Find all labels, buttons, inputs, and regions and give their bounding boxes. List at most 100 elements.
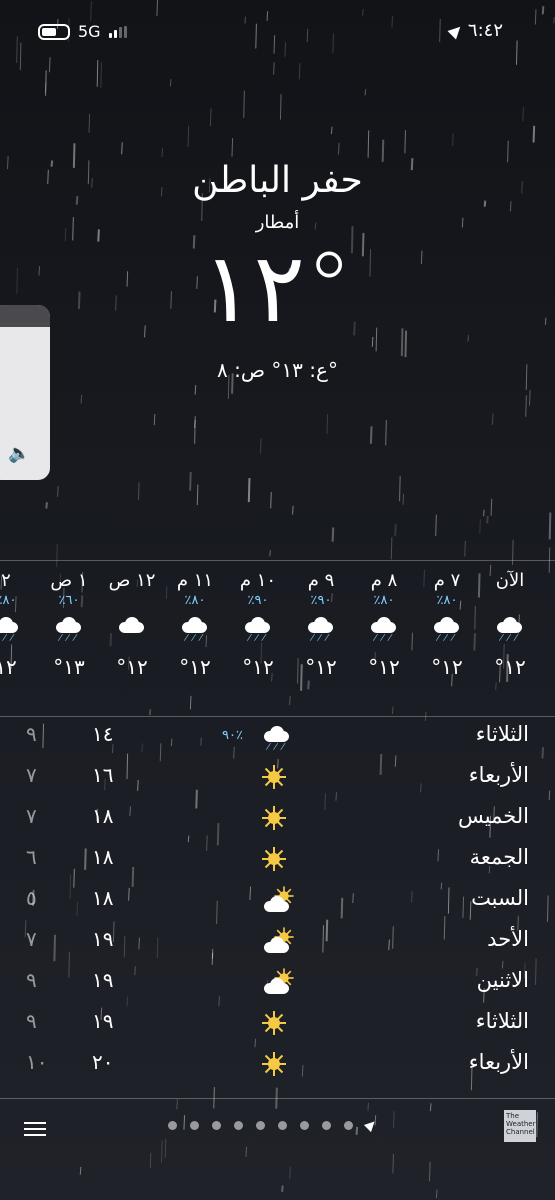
precip-chance: ٨٠٪ (0, 593, 17, 608)
hourly-item: ٩ م ٩٠٪ / / / ١٢° (290, 570, 352, 679)
page-dot[interactable] (344, 1120, 353, 1130)
low-temp: ٦ (26, 845, 37, 869)
low-temp: ٧ (26, 763, 37, 787)
weather-channel-logo[interactable]: The Weather Channel (504, 1110, 536, 1142)
page-indicator[interactable] (168, 1117, 379, 1133)
cloud-icon (117, 615, 147, 643)
high-temp: ١٨ (92, 845, 114, 869)
low-temp: ٩ (26, 968, 37, 992)
hour-label: ٢ (1, 570, 11, 591)
daily-row: السبت ١٨ ٥ (0, 886, 555, 926)
page-dot[interactable] (278, 1120, 287, 1130)
location-services-icon (447, 22, 465, 39)
status-time: ٦:٤٢ (467, 20, 503, 41)
hourly-item: ٨ م ٨٠٪ / / / ١٢° (353, 570, 415, 679)
high-temp: ١٤ (92, 722, 114, 746)
daily-row: الأربعاء ١٦ ٧ (0, 763, 555, 803)
rain-cloud-icon: / / / (306, 615, 336, 643)
hourly-item: ١٠ م ٩٠٪ / / / ١٢° (227, 570, 289, 679)
volume-hud[interactable]: 🔈 (0, 305, 50, 480)
rain-cloud-icon: / / / (54, 615, 84, 643)
day-name: الاثنين (476, 968, 529, 992)
precip-chance: ٨٠٪ (436, 593, 458, 608)
low-temp: ٥ (26, 886, 37, 910)
hour-temp: ١٢° (179, 655, 211, 679)
hour-temp: ١٢° (242, 655, 274, 679)
sun-icon (262, 847, 286, 871)
precip-chance (479, 593, 541, 609)
partly-cloudy-icon (262, 886, 294, 916)
low-temp: ٧ (26, 927, 37, 951)
high-low-label: ع: ١٣° ص: ٨° (217, 358, 338, 382)
day-name: الأربعاء (468, 1050, 529, 1074)
status-bar: 5G ٦:٤٢ (0, 0, 555, 62)
hour-label: الآن (495, 570, 525, 591)
daily-row: الأحد ١٩ ٧ (0, 927, 555, 967)
condition-label: أمطار (255, 212, 300, 233)
page-dot[interactable] (322, 1120, 331, 1130)
precip-chance: ٩٠٪ (310, 593, 332, 608)
current-temperature: ١٢° (201, 232, 354, 344)
daily-row: الثلاثاء / / / ٩٠٪ ١٤ ٩ (0, 722, 555, 762)
precip-chance: ٩٠٪ (247, 593, 269, 608)
hour-temp: ١٢ (0, 655, 17, 679)
rain-cloud-icon: / / / (243, 615, 273, 643)
hour-temp: ١٢° (305, 655, 337, 679)
daily-row: الثلاثاء ١٩ ٩ (0, 1009, 555, 1049)
list-icon[interactable] (24, 1118, 46, 1140)
hour-temp: ١٢° (431, 655, 463, 679)
page-dot[interactable] (256, 1120, 265, 1130)
hour-temp: ١٢° (368, 655, 400, 679)
high-temp: ٢٠ (92, 1050, 114, 1074)
hour-label: ٨ م (370, 570, 398, 591)
hourly-forecast[interactable]: الآن / / / ١٢° ٧ م ٨٠٪ / / / ١٢° ٨ م ٨٠٪ / / / ١٢°… (0, 570, 555, 710)
hour-label: ٩ م (307, 570, 335, 591)
daily-row: الأربعاء ٢٠ ١٠ (0, 1050, 555, 1090)
page-dot[interactable] (234, 1120, 243, 1130)
high-temp: ١٩ (92, 927, 114, 951)
low-temp: ٧ (26, 804, 37, 828)
partly-cloudy-icon (262, 968, 294, 998)
low-temp: ٩ (26, 722, 37, 746)
sun-icon (262, 1011, 286, 1035)
low-temp: ٩ (26, 1009, 37, 1033)
hour-temp: ١٢° (494, 655, 526, 679)
divider (0, 716, 555, 717)
page-dot[interactable] (212, 1120, 221, 1130)
carrier-label: 5G (78, 22, 101, 41)
precip-chance (101, 593, 163, 609)
hourly-item: ٧ م ٨٠٪ / / / ١٢° (416, 570, 478, 679)
day-name: الخميس (457, 804, 529, 828)
hour-label: ٧ م (433, 570, 461, 591)
precip-chance: ٨٠٪ (184, 593, 206, 608)
hourly-item: ١٢ ص ١٢° (101, 570, 163, 679)
sun-icon (262, 765, 286, 789)
hour-label: ١٢ ص (108, 570, 156, 591)
page-dot[interactable] (168, 1120, 177, 1130)
high-temp: ١٩ (92, 968, 114, 992)
speaker-icon: 🔈 (8, 443, 31, 464)
divider (0, 1098, 555, 1099)
rain-cloud-icon: / / / (262, 724, 292, 752)
day-name: السبت (471, 886, 529, 910)
rain-cloud-icon: / / / (0, 615, 21, 643)
day-name: الثلاثاء (475, 722, 529, 746)
signal-icon (108, 25, 127, 38)
rain-cloud-icon: / / / (369, 615, 399, 643)
current-location-icon[interactable] (363, 1117, 379, 1133)
hourly-item: الآن / / / ١٢° (479, 570, 541, 679)
rain-cloud-icon: / / / (495, 615, 525, 643)
high-temp: ١٩ (92, 1009, 114, 1033)
divider (0, 560, 555, 561)
hour-temp: ١٢° (116, 655, 148, 679)
hourly-item: ٢ ٨٠٪ / / / ١٢ (0, 570, 37, 679)
sun-icon (262, 806, 286, 830)
low-temp: ١٠ (26, 1050, 48, 1074)
hour-temp: ١٣° (53, 655, 85, 679)
sun-icon (262, 1052, 286, 1076)
battery-icon (38, 23, 70, 40)
hourly-item: ١ ص ٦٠٪ / / / ١٣° (38, 570, 100, 679)
hour-label: ١ ص (50, 570, 88, 591)
page-dot[interactable] (300, 1120, 309, 1130)
page-dot[interactable] (190, 1120, 199, 1130)
